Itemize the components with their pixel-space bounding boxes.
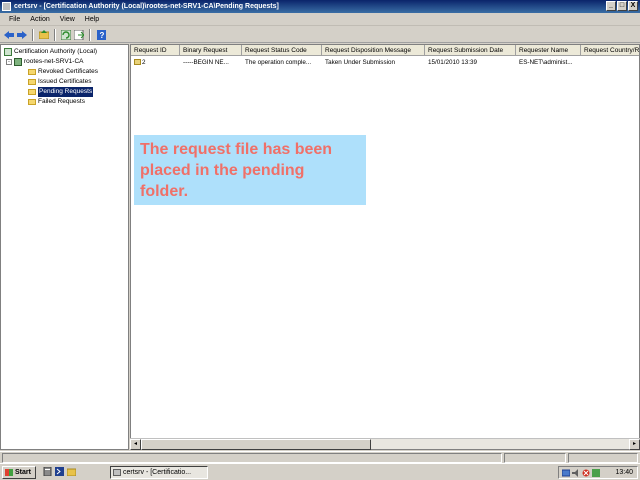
tree-folder-label: Revoked Certificates — [38, 68, 98, 75]
cell-request-id: 2 — [131, 58, 180, 68]
clock[interactable]: 13:40 — [615, 467, 633, 478]
folder-icon — [28, 69, 36, 75]
up-folder-icon[interactable] — [38, 29, 50, 41]
ca-server-icon — [14, 58, 22, 66]
folder-icon — [28, 89, 36, 95]
tree-root-label: Certification Authority (Local) — [14, 48, 98, 55]
status-pane — [504, 453, 566, 463]
column-header-requester-name[interactable]: Requester Name — [516, 45, 581, 56]
console-tree: Certification Authority (Local) - rootes… — [0, 44, 129, 450]
volume-icon[interactable] — [572, 469, 580, 477]
cell-submission-date: 15/01/2010 13:39 — [428, 59, 478, 66]
svg-text:?: ? — [99, 31, 104, 40]
refresh-icon[interactable] — [60, 29, 72, 41]
pending-request-icon — [134, 59, 141, 66]
tree-item-issued[interactable]: Issued Certificates — [28, 77, 91, 87]
taskbar-item-label: certsrv - [Certificatio... — [123, 469, 192, 476]
tree-folder-label: Issued Certificates — [38, 78, 92, 85]
cell-country — [581, 58, 639, 68]
status-pane — [568, 453, 638, 463]
tree-item-pending[interactable]: Pending Requests — [28, 87, 94, 97]
tree-item-revoked[interactable]: Revoked Certificates — [28, 67, 98, 77]
tree-item-failed[interactable]: Failed Requests — [28, 97, 85, 107]
column-header-binary-request[interactable]: Binary Request — [180, 45, 242, 56]
status-pane — [2, 453, 502, 463]
tree-item-root[interactable]: Certification Authority (Local) — [4, 47, 97, 57]
app-icon — [2, 2, 11, 11]
column-header-request-id[interactable]: Request ID — [131, 45, 180, 56]
certsrv-icon — [113, 469, 121, 476]
action-center-icon[interactable] — [592, 469, 600, 477]
column-header-submission-date[interactable]: Request Submission Date — [425, 45, 516, 56]
title-bar: certsrv - [Certification Authority (Loca… — [0, 0, 640, 13]
callout-line-3: folder. — [140, 183, 189, 200]
taskbar-item-certsrv[interactable]: certsrv - [Certificatio... — [110, 466, 208, 479]
export-list-icon[interactable] — [73, 29, 85, 41]
cell-disposition-message: Taken Under Submission — [325, 59, 396, 66]
cell-request-id-text: 2 — [142, 59, 146, 66]
toolbar-separator — [54, 28, 56, 41]
maximize-button[interactable]: □ — [617, 1, 627, 11]
list-header: Request ID Binary Request Request Status… — [131, 45, 639, 56]
results-list: Request ID Binary Request Request Status… — [130, 44, 640, 450]
scroll-thumb[interactable] — [141, 439, 371, 450]
cell-binary-request: -----BEGIN NE... — [183, 59, 229, 66]
menu-action[interactable]: Action — [25, 16, 54, 23]
scroll-right-icon[interactable]: ▸ — [629, 439, 640, 450]
status-bar — [0, 451, 640, 463]
tree-folder-label-selected: Pending Requests — [38, 87, 94, 97]
collapse-icon[interactable]: - — [6, 59, 12, 65]
menu-view[interactable]: View — [55, 16, 80, 23]
taskbar: Start certsrv - [Certificatio... 13:40 — [0, 463, 640, 480]
tree-item-ca[interactable]: - rootes-net-SRV1-CA — [6, 57, 84, 67]
certificate-authority-icon — [4, 48, 12, 56]
powershell-icon[interactable] — [54, 467, 64, 477]
column-header-disposition-message[interactable]: Request Disposition Message — [322, 45, 425, 56]
back-icon[interactable] — [3, 29, 15, 41]
server-manager-icon[interactable] — [42, 466, 52, 477]
window-title: certsrv - [Certification Authority (Loca… — [14, 3, 279, 10]
tree-folder-label: Failed Requests — [38, 98, 85, 105]
explorer-icon[interactable] — [66, 467, 76, 477]
menu-help[interactable]: Help — [80, 16, 104, 23]
folder-icon — [28, 99, 36, 105]
network-icon[interactable] — [562, 469, 570, 477]
toolbar: ? — [0, 27, 640, 43]
cell-status-code: The operation comple... — [245, 59, 312, 66]
windows-logo-icon — [5, 469, 13, 476]
help-icon[interactable]: ? — [95, 29, 107, 41]
system-tray: 13:40 — [558, 466, 638, 479]
horizontal-scrollbar[interactable]: ◂ ▸ — [130, 438, 640, 450]
start-label: Start — [15, 469, 31, 476]
menu-file[interactable]: File — [4, 16, 25, 23]
table-row[interactable]: 2 -----BEGIN NE... The operation comple.… — [131, 58, 639, 68]
scroll-left-icon[interactable]: ◂ — [130, 439, 141, 450]
menu-bar: File Action View Help — [0, 13, 640, 26]
window-controls: _ □ X — [606, 1, 638, 11]
folder-icon — [28, 79, 36, 85]
column-header-country[interactable]: Request Country/Reg — [581, 45, 639, 56]
callout-line-2: placed in the pending — [140, 162, 305, 179]
column-header-status-code[interactable]: Request Status Code — [242, 45, 322, 56]
start-button[interactable]: Start — [2, 466, 36, 479]
close-button[interactable]: X — [628, 1, 638, 11]
cell-requester-name: ES-NET\administ... — [519, 59, 573, 66]
minimize-button[interactable]: _ — [606, 1, 616, 11]
forward-icon[interactable] — [16, 29, 28, 41]
tutorial-callout: The request file has been placed in the … — [134, 135, 366, 205]
desktop: certsrv - [Certification Authority (Loca… — [0, 0, 640, 480]
security-alert-icon[interactable] — [582, 469, 590, 477]
callout-line-1: The request file has been — [140, 141, 333, 158]
toolbar-separator — [89, 28, 91, 41]
tree-ca-label: rootes-net-SRV1-CA — [24, 58, 84, 65]
toolbar-separator — [32, 28, 34, 41]
